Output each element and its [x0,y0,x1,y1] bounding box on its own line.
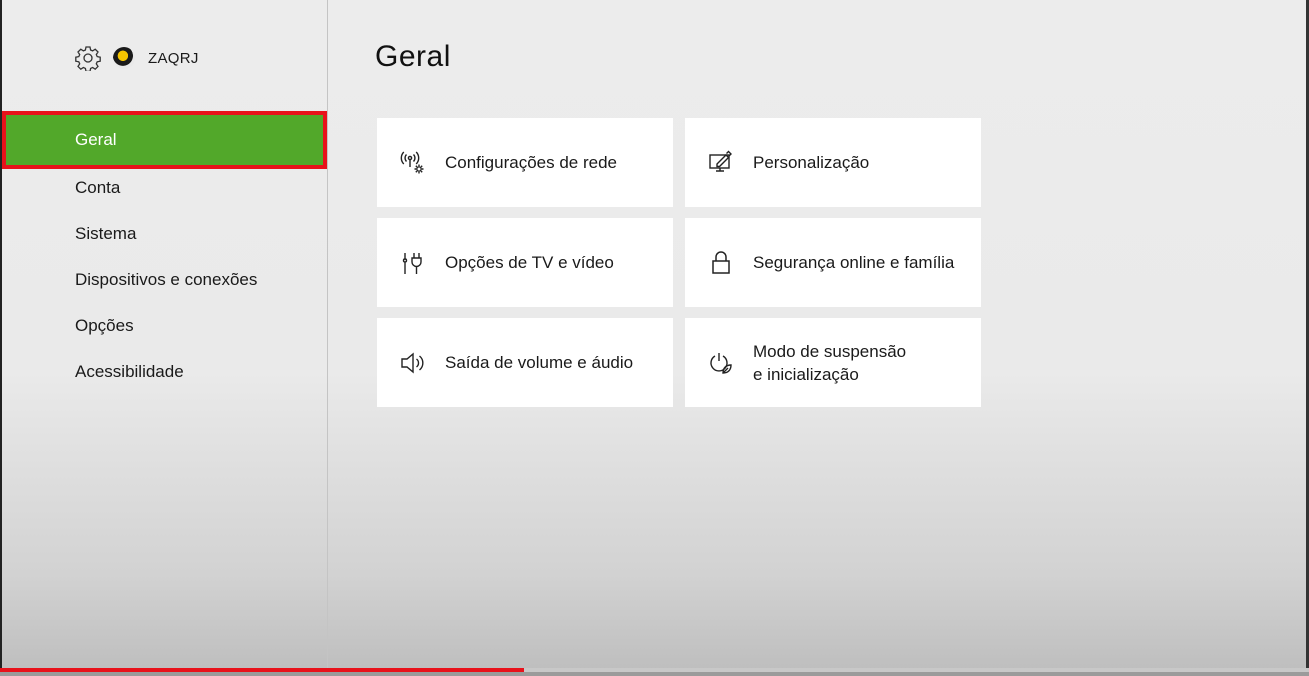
tile-label-line: Modo de suspensão [753,341,907,361]
tile-volume-audio[interactable]: Saída de volume e áudio [377,318,673,407]
bottom-strip [0,672,1309,676]
tile-personalization[interactable]: Personalização [685,118,981,207]
sidebar-item-label: Dispositivos e conexões [75,270,258,289]
sidebar-item-label: Conta [75,178,121,197]
sidebar-divider [327,0,328,668]
sidebar-item-sistema[interactable]: Sistema [2,211,327,257]
tile-tv-video[interactable]: Opções de TV e vídeo [377,218,673,307]
gamertag: ZAQRJ [148,49,199,67]
page-title: Geral [375,40,451,73]
sidebar-item-label: Sistema [75,224,137,243]
tile-sleep-startup[interactable]: Modo de suspensão e inicialização [685,318,981,407]
avatar-icon[interactable] [113,47,135,69]
sidebar-item-acessibilidade[interactable]: Acessibilidade [2,349,327,395]
sidebar-item-dispositivos[interactable]: Dispositivos e conexões [2,257,327,303]
tile-label: Opções de TV e vídeo [445,253,614,272]
network-icon [399,149,427,177]
gear-icon[interactable] [75,45,101,71]
power-leaf-icon [707,349,735,377]
sidebar-item-label: Geral [75,130,117,149]
tile-label: Modo de suspensão e inicialização [753,340,906,386]
speaker-icon [399,349,427,377]
sidebar-item-geral[interactable]: Geral [2,111,327,169]
sidebar-item-opcoes[interactable]: Opções [2,303,327,349]
sidebar-item-label: Opções [75,316,134,335]
tv-plug-icon [399,249,427,277]
personalization-icon [707,149,735,177]
tile-label-line: e inicialização [753,364,859,384]
tile-network-settings[interactable]: Configurações de rede [377,118,673,207]
sidebar-item-label: Acessibilidade [75,362,184,381]
sidebar: ZAQRJ Geral Conta Sistema Dispositivos e… [2,0,327,668]
tile-label: Saída de volume e áudio [445,353,634,372]
tile-label: Personalização [753,153,870,172]
lock-icon [707,249,735,277]
profile-header: ZAQRJ [75,44,199,72]
tile-online-safety-family[interactable]: Segurança online e família [685,218,981,307]
tile-label: Segurança online e família [753,253,955,272]
tile-label: Configurações de rede [445,153,618,172]
sidebar-item-conta[interactable]: Conta [2,165,327,211]
